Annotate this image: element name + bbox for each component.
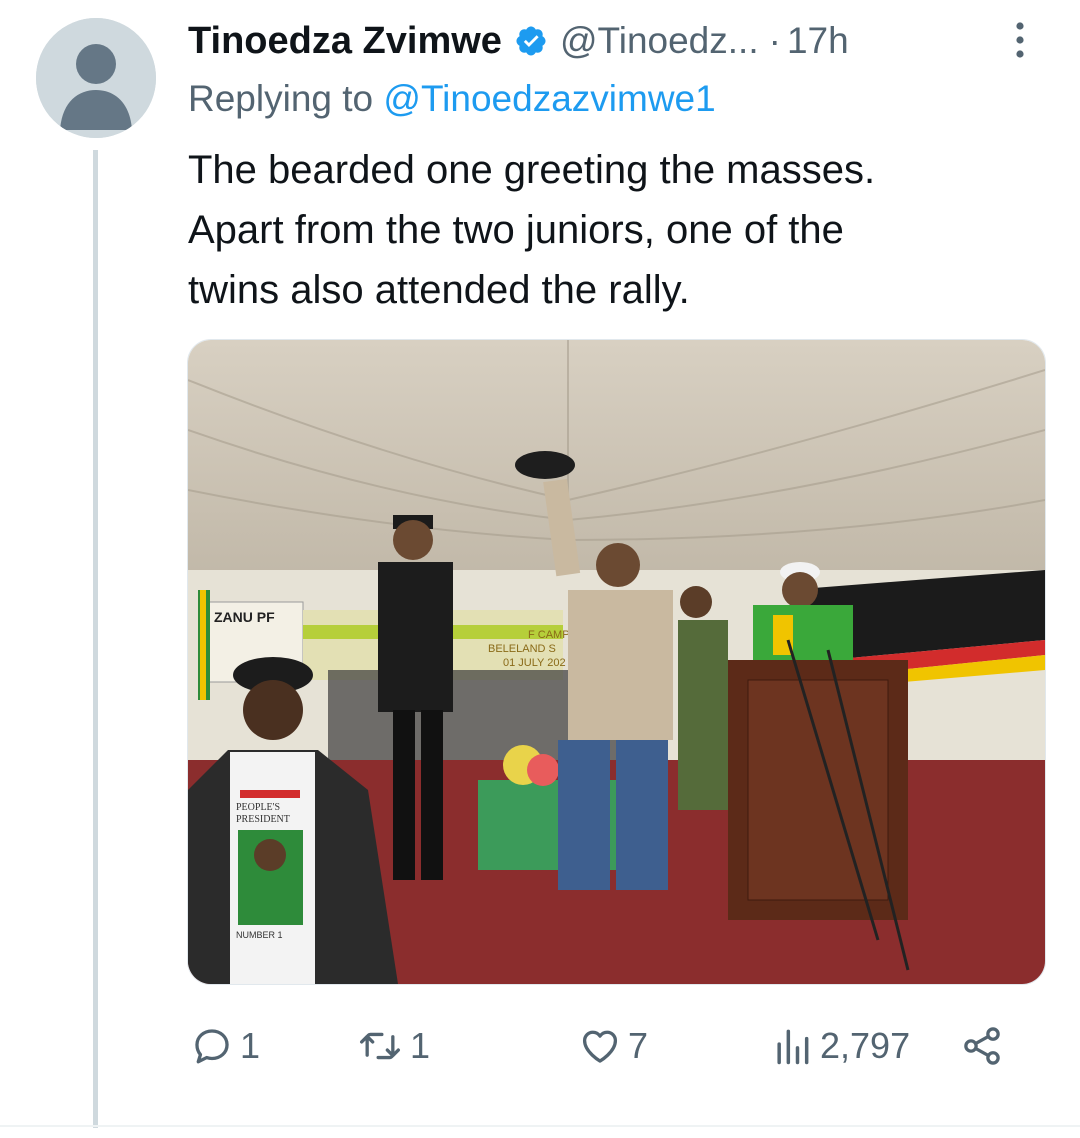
- tweet-text-line: Apart from the two juniors, one of the: [188, 208, 844, 252]
- reply-icon: [195, 1029, 229, 1064]
- tweet-text-line: The bearded one greeting the masses.: [188, 148, 876, 192]
- default-avatar-icon: [36, 18, 156, 138]
- author-avatar[interactable]: [36, 18, 156, 138]
- tweet-header: Tinoedza Zvimwe @Tinoedz... · 17h: [188, 14, 849, 68]
- like-count: 7: [628, 1025, 649, 1066]
- author-handle[interactable]: @Tinoedz...: [560, 20, 759, 62]
- author-name[interactable]: Tinoedza Zvimwe: [188, 20, 502, 63]
- tweet[interactable]: Tinoedza Zvimwe @Tinoedz... · 17h Replyi…: [0, 0, 1080, 1138]
- thread-line: [93, 150, 98, 1128]
- replying-to: Replying to @Tinoedzazvimwe1: [188, 78, 716, 120]
- heart-icon: [582, 1030, 618, 1063]
- more-options-button[interactable]: [1003, 18, 1037, 62]
- tweet-photo[interactable]: ZANU PF F CAMPA BELELAND S 01 JULY 202 P…: [187, 339, 1046, 985]
- reply-count: 1: [240, 1025, 261, 1066]
- retweet-count: 1: [410, 1025, 431, 1066]
- tweet-timestamp[interactable]: 17h: [787, 20, 849, 62]
- like-button[interactable]: 7: [578, 1016, 648, 1076]
- divider: [0, 1125, 1080, 1127]
- share-button[interactable]: [960, 1016, 1004, 1076]
- tweet-actions: 1 1 7 2,797: [188, 1016, 1018, 1076]
- reply-button[interactable]: 1: [190, 1016, 260, 1076]
- retweet-button[interactable]: 1: [356, 1016, 430, 1076]
- retweet-icon: [360, 1032, 400, 1060]
- zanu-pf-sign-text: ZANU PF: [214, 609, 275, 625]
- tweet-text: The bearded one greeting the masses. Apa…: [188, 140, 1048, 320]
- separator-dot: ·: [768, 20, 781, 61]
- banner-text: BELELAND S: [488, 643, 556, 655]
- more-vertical-icon: [1016, 22, 1024, 58]
- rally-photo: ZANU PF F CAMPA BELELAND S 01 JULY 202 P…: [188, 340, 1045, 984]
- verified-badge-icon: [516, 26, 546, 56]
- tweet-text-line: twins also attended the rally.: [188, 268, 690, 312]
- shirt-text: PRESIDENT: [236, 814, 290, 825]
- views-chart-icon: [777, 1029, 809, 1065]
- shirt-text: NUMBER 1: [236, 930, 283, 940]
- replying-to-mention[interactable]: @Tinoedzazvimwe1: [383, 78, 715, 119]
- banner-text: 01 JULY 202: [503, 657, 566, 669]
- shirt-text: PEOPLE'S: [236, 802, 280, 813]
- replying-to-label: Replying to: [188, 78, 384, 119]
- share-icon: [964, 1027, 1000, 1065]
- views-button[interactable]: 2,797: [770, 1016, 910, 1076]
- views-count: 2,797: [820, 1025, 911, 1066]
